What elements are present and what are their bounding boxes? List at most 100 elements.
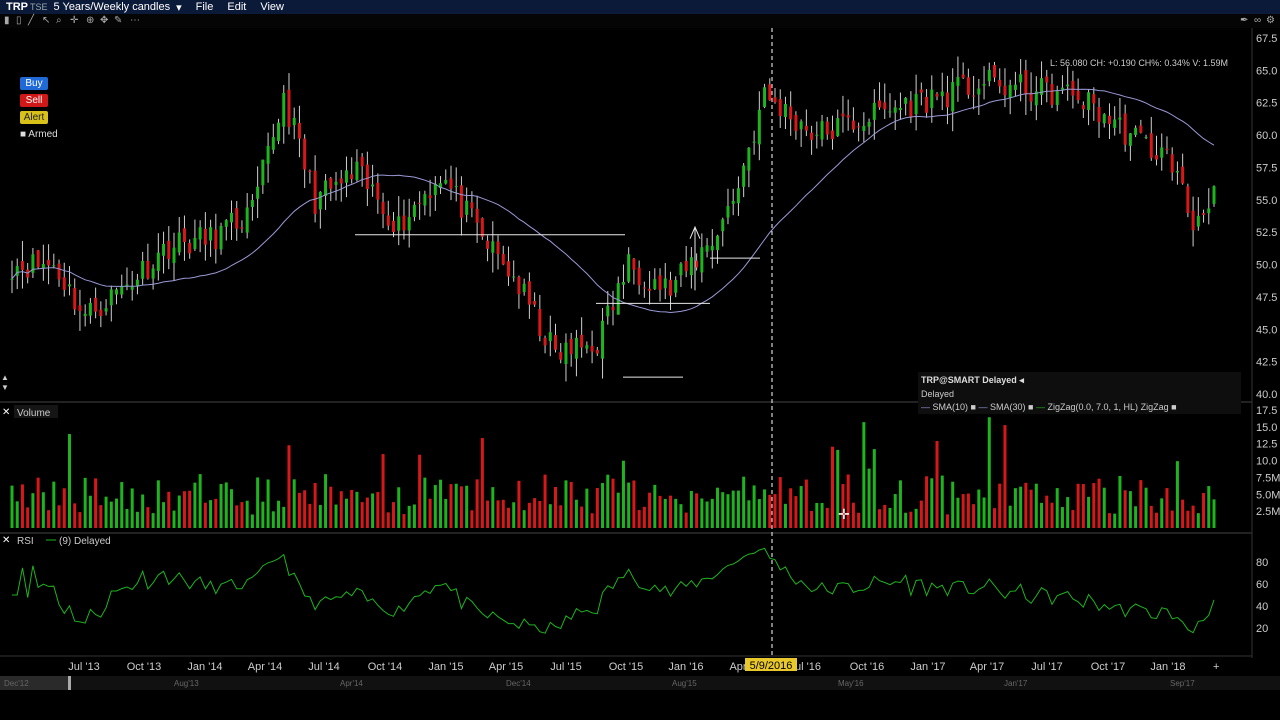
- volume-bar: [789, 488, 793, 528]
- crosshair-date-label: 5/9/2016: [750, 660, 793, 672]
- legend-item-sma10[interactable]: SMA(10): [933, 402, 969, 412]
- overview-canvas[interactable]: Dec'12 Aug'13 Apr'14 Dec'14 Aug'15 May'16 Jan'…: [0, 676, 1280, 690]
- volume-bar: [57, 505, 61, 528]
- volume-bar: [1066, 497, 1070, 528]
- candle-body: [1149, 133, 1153, 158]
- menu-edit[interactable]: Edit: [227, 1, 246, 13]
- chart-area[interactable]: Volume RSI (9) Delayed ✕ ✕ 67.5 65.0 62.5 60.0 57…: [0, 28, 1280, 690]
- candle-body: [1144, 137, 1148, 139]
- target-icon[interactable]: ⊕: [86, 15, 94, 26]
- candle-body: [36, 250, 40, 268]
- volume-bar: [580, 506, 584, 528]
- candle-body: [585, 345, 589, 349]
- candle-body: [580, 334, 584, 348]
- volume-bar: [423, 477, 427, 528]
- volume-tick-label: 15.0: [1256, 422, 1277, 434]
- menu-file[interactable]: File: [196, 1, 214, 13]
- legend-item-zigzag[interactable]: ZigZag(0.0, 7.0, 1, HL): [1048, 402, 1139, 412]
- settings-icon[interactable]: ⚙: [1266, 15, 1275, 26]
- symbol[interactable]: TRP: [6, 1, 28, 13]
- legend-menu-icon[interactable]: ◂: [1019, 375, 1024, 385]
- volume-bar: [1087, 496, 1091, 528]
- candle-body: [846, 115, 850, 118]
- more-tools-icon[interactable]: ⋯: [130, 15, 140, 26]
- volume-bar: [1071, 510, 1075, 528]
- candle-body: [982, 84, 986, 86]
- crosshair-tool-icon[interactable]: ✛: [70, 15, 78, 26]
- alert-button[interactable]: Alert: [20, 111, 48, 124]
- legend-checkbox-icon[interactable]: ■: [1171, 402, 1176, 412]
- candle-body: [752, 141, 756, 143]
- candle-body: [83, 313, 87, 317]
- volume-bar: [726, 494, 730, 528]
- volume-bar: [141, 494, 145, 528]
- volume-bar: [224, 482, 228, 528]
- period-selector[interactable]: 5 Years/Weekly candles: [54, 1, 171, 13]
- move-icon[interactable]: ✥: [100, 15, 108, 26]
- legend-checkbox-icon[interactable]: ■: [971, 402, 976, 412]
- volume-bar: [778, 477, 782, 528]
- legend-item-sma30[interactable]: SMA(30): [990, 402, 1026, 412]
- candle-body: [365, 164, 369, 189]
- volume-bar: [689, 490, 693, 528]
- volume-bar: [606, 474, 610, 528]
- volume-bar: [334, 504, 338, 528]
- volume-bar: [1165, 488, 1169, 528]
- volume-tick-label: 5.0M: [1256, 489, 1280, 501]
- line-tool-icon[interactable]: ╱: [28, 15, 34, 26]
- link-icon[interactable]: ∞: [1254, 15, 1261, 26]
- volume-bar: [517, 480, 521, 528]
- draw-icon[interactable]: ✎: [114, 15, 122, 26]
- candle-body: [993, 65, 997, 78]
- candle-body: [1170, 154, 1174, 173]
- menu-view[interactable]: View: [260, 1, 284, 13]
- volume-bar: [303, 490, 307, 528]
- candle-body: [224, 220, 228, 227]
- candle-body: [266, 145, 270, 164]
- rsi-panel-params: (9) Delayed: [59, 536, 111, 547]
- legend-checkbox-icon[interactable]: ■: [1028, 402, 1033, 412]
- volume-bar: [763, 489, 767, 528]
- legend-item-zigzag-2[interactable]: ZigZag: [1141, 402, 1169, 412]
- armed-checkbox[interactable]: ■ Armed: [20, 129, 58, 140]
- pin-icon[interactable]: ✒: [1240, 15, 1248, 26]
- buy-button[interactable]: Buy: [20, 77, 48, 90]
- overview-scroller[interactable]: Dec'12 Aug'13 Apr'14 Dec'14 Aug'15 May'16 Jan'…: [0, 676, 1280, 690]
- volume-bar: [73, 503, 77, 528]
- candle-body: [496, 241, 500, 254]
- candle-body: [282, 92, 286, 127]
- price-tick-label: 40.0: [1256, 389, 1277, 401]
- volume-bar: [522, 510, 526, 528]
- period-chevron-icon[interactable]: ▾: [176, 1, 182, 14]
- candle-body: [559, 352, 563, 360]
- candle-body: [716, 235, 720, 251]
- volume-bar: [475, 479, 479, 528]
- candle-body: [841, 113, 845, 117]
- candle-body: [240, 227, 244, 229]
- volume-bar: [742, 476, 746, 528]
- volume-bar: [1040, 502, 1044, 528]
- candle-body: [653, 279, 657, 290]
- candle-body: [1186, 186, 1190, 213]
- sell-button[interactable]: Sell: [20, 94, 48, 107]
- overview-label: Aug'13: [174, 679, 199, 688]
- candle-body: [198, 227, 202, 240]
- volume-bar: [402, 514, 406, 528]
- cursor-icon[interactable]: ▮: [4, 15, 10, 26]
- candle-body: [324, 180, 328, 196]
- chart-canvas[interactable]: Volume RSI (9) Delayed ✕ ✕ 67.5 65.0 62.5 60.0 57…: [0, 28, 1280, 690]
- x-tick-label: Jan '16: [668, 661, 703, 673]
- volume-bar: [146, 507, 150, 528]
- x-tick-label: Jul '15: [550, 661, 581, 673]
- candle-body: [209, 227, 213, 241]
- zoom-icon[interactable]: ⌕: [56, 15, 62, 26]
- bar-chart-icon[interactable]: ▯: [16, 15, 22, 26]
- volume-bar: [945, 514, 949, 528]
- candle-body: [245, 207, 249, 233]
- price-tick-label: 67.5: [1256, 33, 1277, 45]
- candle-body: [658, 275, 662, 290]
- volume-bar: [156, 480, 160, 528]
- candle-body: [308, 170, 312, 172]
- arrow-tool-icon[interactable]: ↖: [42, 15, 50, 26]
- volume-bar: [115, 498, 119, 528]
